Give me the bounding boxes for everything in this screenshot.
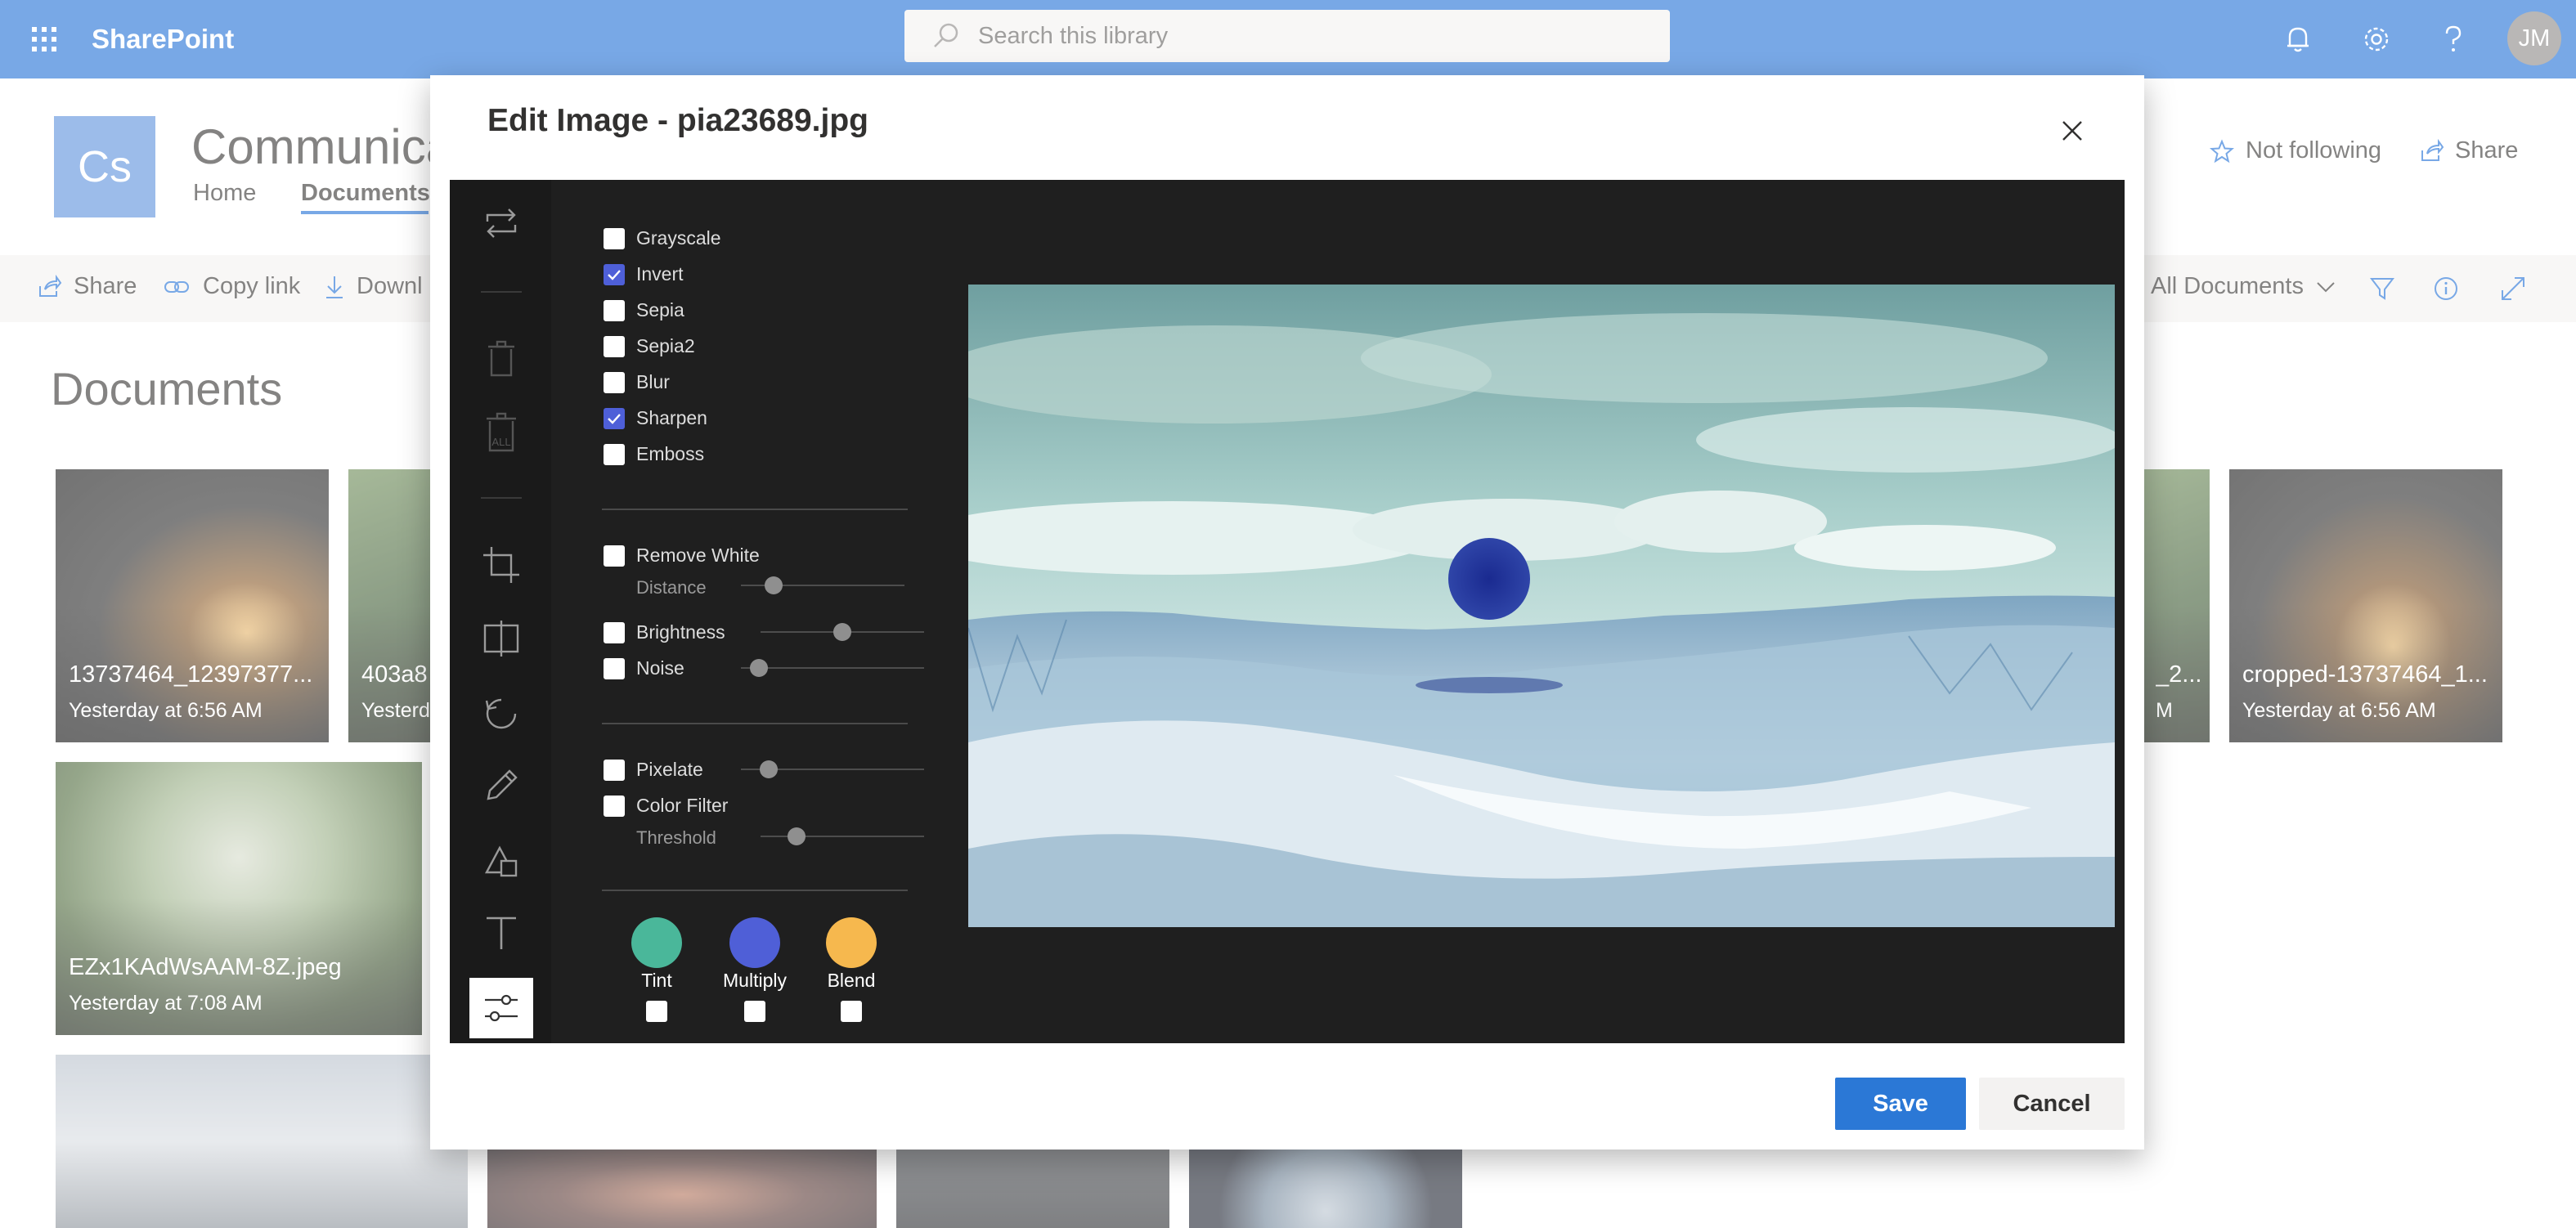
grayscale-checkbox[interactable] — [604, 227, 625, 249]
toolbar-divider — [481, 497, 522, 499]
brightness-checkbox[interactable] — [604, 621, 625, 643]
filter-brightness[interactable]: Brightness — [604, 621, 725, 643]
tint-label: Tint — [641, 970, 672, 991]
image-editor: ALL Grayscale Invert Sepia Sepia2 Blur S… — [450, 180, 2125, 1043]
threshold-slider[interactable] — [761, 827, 924, 846]
distance-slider[interactable] — [741, 576, 904, 595]
sharpen-checkbox[interactable] — [604, 407, 625, 429]
redo-icon[interactable] — [469, 193, 533, 253]
edit-image-dialog: Edit Image - pia23689.jpg ALL Grayscale … — [430, 75, 2144, 1150]
filter-label: Sharpen — [636, 407, 707, 428]
filter-label: Blur — [636, 371, 670, 392]
filter-pixelate[interactable]: Pixelate — [604, 759, 703, 781]
emboss-checkbox[interactable] — [604, 443, 625, 465]
filter-label: Color Filter — [636, 795, 729, 816]
filter-emboss[interactable]: Emboss — [604, 443, 704, 465]
filter-grayscale[interactable]: Grayscale — [604, 227, 721, 249]
distance-label: Distance — [636, 577, 707, 598]
filter-label: Emboss — [636, 443, 705, 464]
pixelate-checkbox[interactable] — [604, 759, 625, 781]
threshold-label: Threshold — [636, 827, 716, 848]
brightness-slider[interactable] — [761, 622, 924, 642]
filter-color-filter[interactable]: Color Filter — [604, 795, 728, 817]
delete-icon[interactable] — [469, 329, 533, 389]
editor-toolbar: ALL — [450, 180, 551, 1043]
filter-label: Brightness — [636, 621, 725, 643]
pixelate-slider[interactable] — [741, 760, 924, 779]
tint-color-swatch[interactable] — [631, 917, 682, 968]
save-button[interactable]: Save — [1835, 1078, 1966, 1130]
rotate-icon[interactable] — [469, 682, 533, 742]
filter-blur[interactable]: Blur — [604, 371, 670, 393]
pencil-icon[interactable] — [469, 755, 533, 816]
filter-remove-white[interactable]: Remove White — [604, 545, 760, 567]
text-icon[interactable] — [469, 903, 533, 963]
filter-sharpen[interactable]: Sharpen — [604, 407, 707, 429]
multiply-label: Multiply — [723, 970, 787, 991]
blend-checkbox[interactable] — [841, 1001, 862, 1022]
filter-label: Remove White — [636, 545, 760, 566]
multiply-color-swatch[interactable] — [729, 917, 780, 968]
filter-label: Pixelate — [636, 759, 703, 780]
panel-divider — [602, 723, 908, 724]
blend-label: Blend — [827, 970, 876, 991]
blur-checkbox[interactable] — [604, 371, 625, 393]
close-icon[interactable] — [2053, 111, 2092, 150]
filter-label: Sepia — [636, 299, 684, 320]
cancel-button[interactable]: Cancel — [1979, 1078, 2125, 1130]
filter-noise[interactable]: Noise — [604, 657, 684, 679]
filter-sepia[interactable]: Sepia — [604, 299, 684, 321]
filter-label: Grayscale — [636, 227, 721, 249]
remove-white-checkbox[interactable] — [604, 545, 625, 567]
dialog-title: Edit Image - pia23689.jpg — [487, 103, 868, 138]
flip-icon[interactable] — [469, 608, 533, 669]
delete-all-icon[interactable]: ALL — [469, 402, 533, 463]
noise-checkbox[interactable] — [604, 657, 625, 679]
filter-adjust-icon[interactable] — [469, 978, 533, 1038]
invert-checkbox[interactable] — [604, 263, 625, 285]
svg-text:ALL: ALL — [491, 436, 510, 448]
noise-slider[interactable] — [741, 658, 924, 678]
panel-divider — [602, 890, 908, 891]
panel-divider — [602, 509, 908, 510]
tint-checkbox[interactable] — [646, 1001, 667, 1022]
image-preview[interactable] — [968, 285, 2115, 927]
sepia2-checkbox[interactable] — [604, 335, 625, 357]
sepia-checkbox[interactable] — [604, 299, 625, 321]
filter-label: Invert — [636, 263, 684, 285]
blend-color-swatch[interactable] — [826, 917, 877, 968]
filter-invert[interactable]: Invert — [604, 263, 684, 285]
filter-panel: Grayscale Invert Sepia Sepia2 Blur Sharp… — [551, 180, 927, 1043]
color-filter-checkbox[interactable] — [604, 795, 625, 817]
crop-icon[interactable] — [469, 535, 533, 595]
multiply-checkbox[interactable] — [744, 1001, 765, 1022]
filter-label: Sepia2 — [636, 335, 695, 356]
toolbar-divider — [481, 291, 522, 293]
shapes-icon[interactable] — [469, 829, 533, 890]
filter-sepia2[interactable]: Sepia2 — [604, 335, 695, 357]
filter-label: Noise — [636, 657, 684, 679]
